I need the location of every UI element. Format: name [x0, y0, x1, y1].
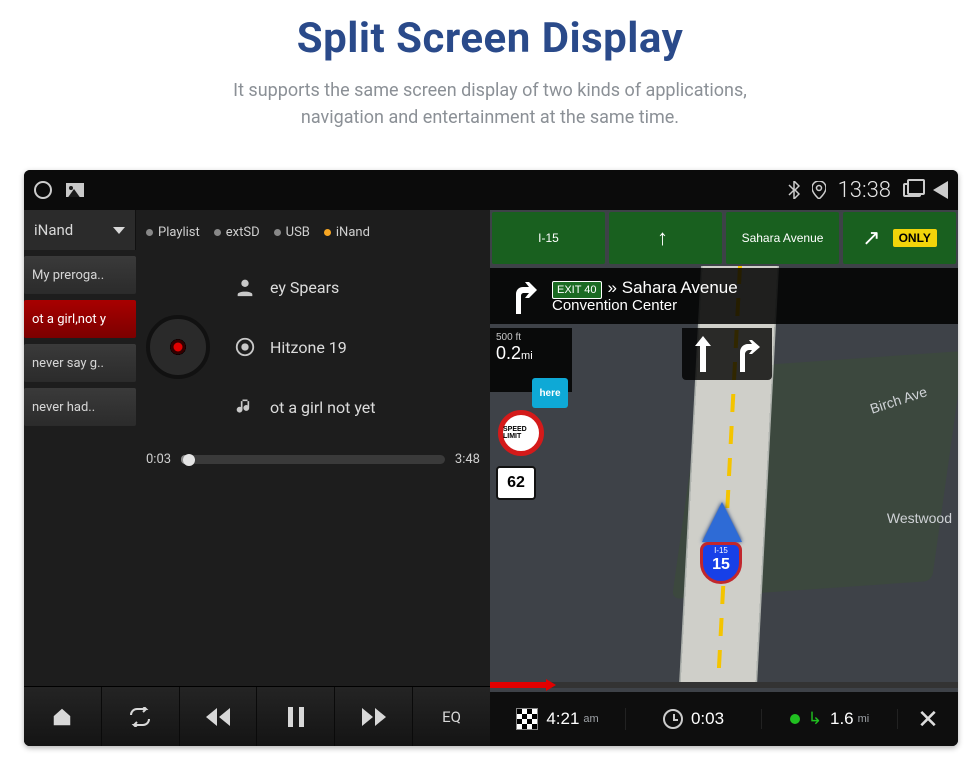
street-label: Westwood [887, 510, 952, 526]
track-item[interactable]: never had.. [24, 388, 136, 426]
remaining-cell[interactable]: ↳1.6mi [762, 709, 898, 729]
overhead-sign: Sahara Avenue [726, 212, 839, 264]
destination-banner: EXIT 40» Sahara Avenue Convention Center [490, 268, 958, 324]
tab-usb[interactable]: USB [274, 225, 310, 240]
overhead-sign: ↗ONLY [843, 212, 956, 264]
previous-button[interactable] [180, 687, 258, 746]
overhead-sign: ↑ [609, 212, 722, 264]
tab-playlist[interactable]: Playlist [146, 225, 200, 240]
dot-icon [274, 229, 281, 236]
route-dot-icon [790, 714, 800, 724]
overhead-sign: I-15 [492, 212, 605, 264]
bluetooth-icon [788, 181, 800, 199]
source-label: iNand [34, 221, 73, 239]
song-icon [232, 394, 258, 420]
flag-icon [516, 708, 538, 730]
track-item[interactable]: ot a girl,not y [24, 300, 136, 338]
track-item[interactable]: never say g.. [24, 344, 136, 382]
back-icon[interactable] [933, 181, 948, 199]
player-controls: EQ [24, 686, 490, 746]
notification-icon[interactable] [34, 181, 52, 199]
album-disc [146, 315, 210, 379]
elapsed-time: 0:03 [146, 452, 171, 467]
source-tabs: Playlist extSD USB iNand [146, 218, 480, 246]
close-icon: ✕ [917, 704, 939, 735]
track-list-sidebar: iNand My preroga.. ot a girl,not y never… [24, 210, 136, 686]
song-name: ot a girl not yet [270, 398, 376, 417]
dot-icon [146, 229, 153, 236]
status-bar: 13:38 [24, 170, 958, 210]
gallery-icon[interactable] [66, 183, 84, 197]
tab-extsd[interactable]: extSD [214, 225, 260, 240]
track-item[interactable]: My preroga.. [24, 256, 136, 294]
artist-name: ey Spears [270, 278, 339, 297]
eta-cell[interactable]: 4:21am [490, 708, 626, 730]
page-title: Split Screen Display [0, 14, 980, 63]
playback-progress[interactable]: 0:03 3:48 [146, 452, 480, 467]
location-icon [812, 181, 826, 199]
dot-icon [214, 229, 221, 236]
repeat-button[interactable] [102, 687, 180, 746]
interstate-shield: I-15 15 [700, 542, 742, 584]
close-nav-button[interactable]: ✕ [898, 704, 958, 735]
home-button[interactable] [24, 687, 102, 746]
progress-bar[interactable] [181, 455, 445, 464]
eq-button[interactable]: EQ [413, 687, 490, 746]
tab-inand[interactable]: iNand [324, 225, 370, 240]
exit-tag: EXIT 40 [552, 281, 602, 299]
vehicle-position-icon [702, 502, 742, 542]
source-dropdown[interactable]: iNand [24, 210, 136, 250]
music-pane: iNand My preroga.. ot a girl,not y never… [24, 210, 490, 746]
duration-time: 3:48 [455, 452, 480, 467]
trip-time-cell[interactable]: 0:03 [626, 709, 762, 729]
pause-button[interactable] [257, 687, 335, 746]
turn-right-icon [500, 274, 544, 318]
album-name: Hitzone 19 [270, 338, 347, 357]
nav-bottom-bar: 4:21am 0:03 ↳1.6mi ✕ [490, 692, 958, 746]
navigation-pane: Birch Ave Westwood I-15 ↑ Sahara Avenue … [490, 210, 958, 746]
chevron-down-icon [113, 227, 125, 234]
route-progress [490, 682, 958, 688]
album-icon [232, 334, 258, 360]
status-time: 13:38 [838, 178, 891, 203]
recent-apps-icon[interactable] [903, 183, 921, 197]
speed-limit-sign: SPEED LIMIT [498, 410, 544, 456]
lane-guidance [682, 328, 772, 380]
page-subtitle: It supports the same screen display of t… [0, 77, 980, 131]
clock-icon [663, 709, 683, 729]
dot-icon [324, 229, 331, 236]
route-shield: 62 [496, 466, 536, 500]
device-frame: 13:38 iNand My preroga.. ot a girl,not y… [24, 170, 958, 746]
artist-icon [232, 274, 258, 300]
next-button[interactable] [335, 687, 413, 746]
here-logo: here [532, 378, 568, 408]
